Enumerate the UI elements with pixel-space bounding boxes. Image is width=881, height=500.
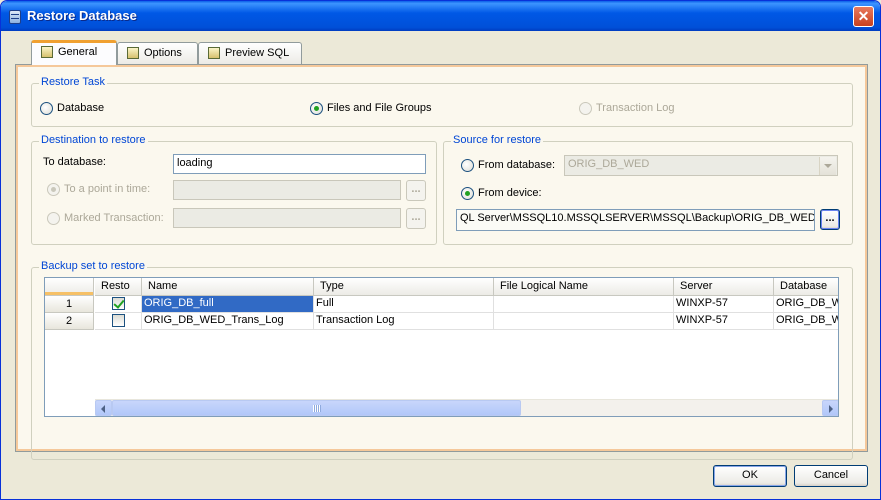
scrollbar-thumb[interactable] bbox=[112, 400, 521, 416]
scroll-right-icon[interactable] bbox=[822, 400, 838, 416]
tab-options[interactable]: Options bbox=[117, 42, 198, 64]
title-bar[interactable]: Restore Database ✕ bbox=[1, 1, 880, 31]
restore-database-dialog: Restore Database ✕ General Options Previ… bbox=[0, 0, 881, 500]
table-row-2-file-logical-name[interactable] bbox=[494, 313, 674, 330]
tab-general[interactable]: General bbox=[31, 40, 117, 65]
ok-button-label: OK bbox=[742, 469, 758, 481]
from-database-label: From database: bbox=[478, 159, 556, 171]
from-database-value: ORIG_DB_WED bbox=[568, 158, 650, 170]
restore-task-legend: Restore Task bbox=[39, 76, 107, 88]
radio-database-label: Database bbox=[57, 102, 105, 114]
column-header-name[interactable]: Name bbox=[142, 278, 314, 296]
radio-transaction-log-label: Transaction Log bbox=[596, 102, 675, 114]
restore-task-group: Restore Task Database Files and File Gro… bbox=[31, 76, 853, 127]
source-legend: Source for restore bbox=[451, 134, 544, 146]
options-tab-icon bbox=[127, 47, 139, 59]
close-button[interactable]: ✕ bbox=[853, 6, 874, 27]
table-row-1-server[interactable]: WINXP-57 bbox=[674, 296, 774, 313]
to-database-label: To database: bbox=[43, 156, 106, 168]
cancel-button-label: Cancel bbox=[813, 469, 849, 481]
radio-files-label: Files and File Groups bbox=[327, 102, 432, 114]
tab-preview-sql[interactable]: Preview SQL bbox=[198, 42, 302, 64]
column-header-file-logical-name[interactable]: File Logical Name bbox=[494, 278, 674, 296]
table-row-2-database[interactable]: ORIG_DB_WE bbox=[774, 313, 838, 330]
window-title: Restore Database bbox=[27, 8, 137, 23]
table-row-1-database[interactable]: ORIG_DB_WE bbox=[774, 296, 838, 313]
radio-transaction-log-circle bbox=[579, 102, 592, 115]
table-row-1-file-logical-name[interactable] bbox=[494, 296, 674, 313]
backup-set-grid[interactable]: Resto Name Type File Logical Name Server… bbox=[44, 277, 839, 417]
row-header-1[interactable]: 1 bbox=[45, 296, 94, 313]
column-header-restore[interactable]: Resto bbox=[95, 278, 142, 296]
row-header-2[interactable]: 2 bbox=[45, 313, 94, 330]
tab-preview-sql-label: Preview SQL bbox=[225, 47, 290, 59]
destination-group: Destination to restore To database: load… bbox=[31, 134, 437, 245]
general-tab-panel: Restore Task Database Files and File Gro… bbox=[15, 64, 868, 460]
restore-checkbox-2[interactable] bbox=[112, 314, 125, 327]
marked-transaction-input bbox=[173, 208, 401, 228]
destination-legend: Destination to restore bbox=[39, 134, 148, 146]
point-in-time-label: To a point in time: bbox=[64, 183, 151, 195]
tab-general-label: General bbox=[58, 46, 98, 58]
point-in-time-input bbox=[173, 180, 401, 200]
radio-marked-transaction-circle bbox=[47, 212, 60, 225]
marked-transaction-label: Marked Transaction: bbox=[64, 212, 164, 224]
table-row-2-name[interactable]: ORIG_DB_WED_Trans_Log bbox=[142, 313, 314, 330]
grid-corner bbox=[45, 278, 94, 296]
restore-checkbox-1[interactable] bbox=[112, 297, 125, 310]
point-in-time-browse-button: ... bbox=[406, 180, 426, 201]
radio-from-database-circle[interactable] bbox=[461, 159, 474, 172]
device-browse-button[interactable]: ... bbox=[820, 209, 840, 230]
general-tab-icon bbox=[41, 46, 53, 58]
marked-transaction-browse-button: ... bbox=[406, 208, 426, 229]
radio-files-circle[interactable] bbox=[310, 102, 323, 115]
column-header-type[interactable]: Type bbox=[314, 278, 494, 296]
table-row-1-name[interactable]: ORIG_DB_full bbox=[142, 296, 314, 313]
device-path-input[interactable]: QL Server\MSSQL10.MSSQLSERVER\MSSQL\Back… bbox=[456, 209, 815, 231]
from-device-label: From device: bbox=[478, 187, 542, 199]
column-header-server[interactable]: Server bbox=[674, 278, 774, 296]
table-row-2-type[interactable]: Transaction Log bbox=[314, 313, 494, 330]
cancel-button[interactable]: Cancel bbox=[794, 465, 868, 487]
database-icon bbox=[9, 10, 21, 24]
source-group: Source for restore From database: ORIG_D… bbox=[443, 134, 853, 245]
scroll-left-icon[interactable] bbox=[95, 400, 112, 416]
table-row-1-type[interactable]: Full bbox=[314, 296, 494, 313]
from-database-combo: ORIG_DB_WED bbox=[564, 155, 838, 176]
radio-database-circle[interactable] bbox=[40, 102, 53, 115]
radio-from-device-circle[interactable] bbox=[461, 187, 474, 200]
table-row-2-restore-cell[interactable] bbox=[95, 313, 142, 330]
horizontal-scrollbar[interactable] bbox=[95, 399, 838, 416]
preview-sql-tab-icon bbox=[208, 47, 220, 59]
table-row-2-server[interactable]: WINXP-57 bbox=[674, 313, 774, 330]
to-database-input[interactable]: loading bbox=[173, 154, 426, 174]
tab-options-label: Options bbox=[144, 47, 182, 59]
table-row-1-restore-cell[interactable] bbox=[95, 296, 142, 313]
close-icon: ✕ bbox=[857, 8, 870, 24]
backup-set-legend: Backup set to restore bbox=[39, 260, 147, 272]
dialog-client-area: General Options Preview SQL Restore Task… bbox=[1, 31, 880, 499]
radio-point-in-time-circle bbox=[47, 183, 60, 196]
ok-button[interactable]: OK bbox=[713, 465, 787, 487]
chevron-down-icon bbox=[819, 157, 836, 175]
column-header-database[interactable]: Database bbox=[774, 278, 838, 296]
